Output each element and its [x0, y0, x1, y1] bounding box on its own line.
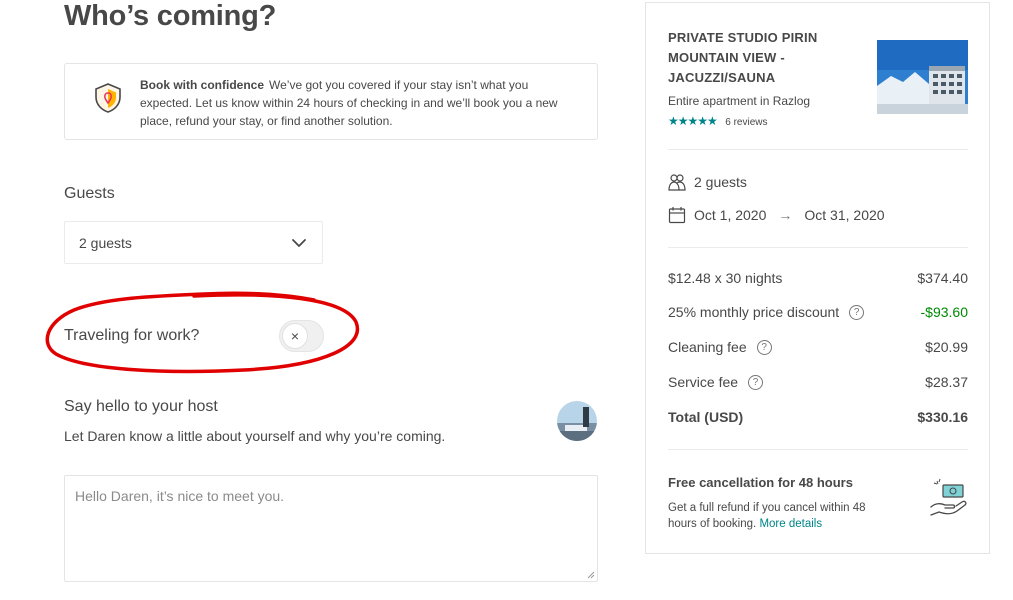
guests-select[interactable]: 2 guests: [64, 221, 323, 264]
total-value: $330.16: [917, 409, 968, 425]
star-rating-icon: ★★★★★: [668, 114, 718, 128]
traveling-for-work-label: Traveling for work?: [64, 327, 200, 344]
discount-label-wrap: 25% monthly price discount ?: [668, 304, 865, 320]
resize-handle-icon[interactable]: [587, 571, 595, 579]
listing-title: PRIVATE STUDIO PIRIN MOUNTAIN VIEW - JAC…: [668, 30, 818, 85]
page-title: Who’s coming?: [64, 0, 277, 32]
help-icon[interactable]: ?: [748, 374, 764, 390]
confidence-text: Book with confidence We’ve got you covere…: [140, 76, 580, 130]
listing-photo: [877, 40, 968, 114]
cleaning-fee-label: Cleaning fee: [668, 339, 747, 355]
shield-icon: [95, 83, 121, 113]
help-icon[interactable]: ?: [849, 304, 865, 320]
price-nights-label: $12.48 x 30 nights: [668, 270, 783, 286]
review-count: 6 reviews: [725, 117, 768, 128]
say-hello-subtitle: Let Daren know a little about yourself a…: [64, 428, 446, 444]
trip-guests-row: 2 guests: [668, 173, 747, 191]
help-icon[interactable]: ?: [756, 339, 772, 355]
discount-label: 25% monthly price discount: [668, 304, 840, 320]
check-out-date: Oct 31, 2020: [804, 207, 885, 223]
service-fee-label: Service fee: [668, 374, 739, 390]
calendar-icon: [668, 207, 686, 224]
traveling-for-work-toggle[interactable]: ×: [279, 320, 324, 352]
discount-value: -$93.60: [920, 304, 968, 320]
say-hello-title: Say hello to your host: [64, 398, 218, 415]
service-label-wrap: Service fee ?: [668, 374, 764, 390]
price-nights-value: $374.40: [917, 270, 968, 286]
booking-summary-card: PRIVATE STUDIO PIRIN MOUNTAIN VIEW - JAC…: [645, 2, 990, 554]
check-in-date: Oct 1, 2020: [694, 207, 767, 223]
cleaning-label-wrap: Cleaning fee ?: [668, 339, 772, 355]
total-row: Total (USD) $330.16: [668, 409, 968, 425]
chevron-down-icon: [292, 239, 306, 247]
cleaning-fee-value: $20.99: [925, 339, 968, 355]
checkout-page: Who’s coming? Book with confidence We’ve …: [0, 0, 1013, 600]
cancellation-text: Get a full refund if you cancel within 4…: [668, 500, 888, 532]
divider: [668, 449, 968, 450]
divider: [668, 149, 968, 150]
arrow-right-icon: →: [778, 207, 793, 223]
trip-guests-value: 2 guests: [694, 174, 747, 190]
close-icon: ×: [282, 323, 308, 349]
divider: [668, 247, 968, 248]
cancellation-title: Free cancellation for 48 hours: [668, 475, 853, 490]
guests-icon: [668, 174, 686, 191]
service-fee-value: $28.37: [925, 374, 968, 390]
more-details-link[interactable]: More details: [759, 518, 822, 530]
cleaning-fee-row: Cleaning fee ? $20.99: [668, 339, 968, 355]
discount-row: 25% monthly price discount ? -$93.60: [668, 304, 968, 320]
guests-select-value: 2 guests: [79, 235, 132, 251]
confidence-title: Book with confidence: [140, 78, 265, 92]
refund-hand-icon: [930, 478, 967, 516]
trip-dates-row: Oct 1, 2020 → Oct 31, 2020: [668, 206, 885, 224]
host-avatar-image: [557, 401, 597, 441]
message-placeholder: Hello Daren, it’s nice to meet you.: [75, 488, 285, 504]
listing-photo-image: [877, 40, 968, 114]
price-nights-row: $12.48 x 30 nights $374.40: [668, 270, 968, 286]
listing-type: Entire apartment in Razlog: [668, 94, 811, 108]
book-with-confidence-banner: Book with confidence We’ve got you covere…: [64, 63, 598, 140]
host-avatar: [557, 401, 597, 441]
total-label: Total (USD): [668, 409, 744, 425]
message-to-host-input[interactable]: Hello Daren, it’s nice to meet you.: [64, 475, 598, 582]
guests-label: Guests: [64, 185, 115, 202]
listing-rating: ★★★★★ 6 reviews: [668, 112, 768, 128]
service-fee-row: Service fee ? $28.37: [668, 374, 968, 390]
